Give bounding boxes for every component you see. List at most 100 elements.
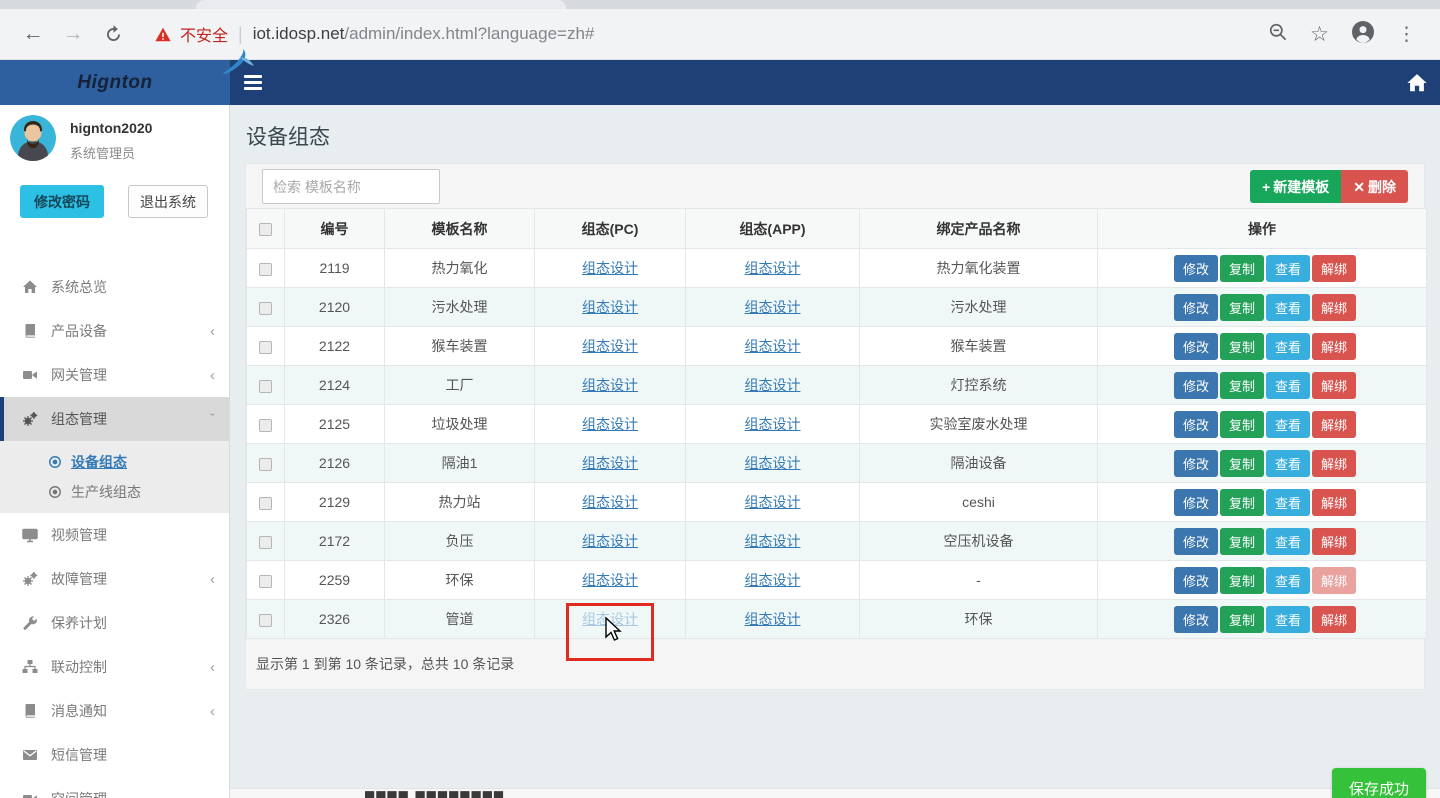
edit-button[interactable]: 修改 xyxy=(1174,489,1218,516)
delete-button[interactable]: ✕删除 xyxy=(1341,170,1408,203)
row-checkbox[interactable] xyxy=(259,263,272,276)
sidebar-item-组态管理[interactable]: 组态管理 ˇ xyxy=(0,397,229,441)
app-config-link[interactable]: 组态设计 xyxy=(745,455,801,471)
pc-config-link[interactable]: 组态设计 xyxy=(582,338,638,354)
logout-button[interactable]: 退出系统 xyxy=(128,185,208,218)
back-icon[interactable]: ← xyxy=(16,17,50,51)
edit-button[interactable]: 修改 xyxy=(1174,567,1218,594)
unbind-button[interactable]: 解绑 xyxy=(1312,372,1356,399)
pc-config-link[interactable]: 组态设计 xyxy=(582,494,638,510)
unbind-button[interactable]: 解绑 xyxy=(1312,606,1356,633)
view-button[interactable]: 查看 xyxy=(1266,567,1310,594)
unbind-button[interactable]: 解绑 xyxy=(1312,294,1356,321)
pc-config-link[interactable]: 组态设计 xyxy=(582,455,638,471)
copy-button[interactable]: 复制 xyxy=(1220,333,1264,360)
unbind-button[interactable]: 解绑 xyxy=(1312,450,1356,477)
copy-button[interactable]: 复制 xyxy=(1220,294,1264,321)
profile-avatar-icon[interactable] xyxy=(1351,20,1375,49)
edit-button[interactable]: 修改 xyxy=(1174,528,1218,555)
view-button[interactable]: 查看 xyxy=(1266,489,1310,516)
row-checkbox[interactable] xyxy=(259,419,272,432)
edit-button[interactable]: 修改 xyxy=(1174,294,1218,321)
row-checkbox[interactable] xyxy=(259,458,272,471)
sidebar-toggle-icon[interactable] xyxy=(244,72,266,92)
url-text[interactable]: iot.idosp.net/admin/index.html?language=… xyxy=(253,24,595,44)
copy-button[interactable]: 复制 xyxy=(1220,372,1264,399)
edit-button[interactable]: 修改 xyxy=(1174,333,1218,360)
select-all-checkbox[interactable] xyxy=(259,223,272,236)
bookmark-star-icon[interactable]: ☆ xyxy=(1310,22,1329,47)
sidebar-item-短信管理[interactable]: 短信管理 xyxy=(0,733,229,777)
forward-icon[interactable]: → xyxy=(56,17,90,51)
logo[interactable]: Hignton xyxy=(0,60,230,105)
pc-config-link[interactable]: 组态设计 xyxy=(582,377,638,393)
edit-button[interactable]: 修改 xyxy=(1174,411,1218,438)
active-tab[interactable] xyxy=(196,0,566,9)
unbind-button[interactable]: 解绑 xyxy=(1312,489,1356,516)
row-checkbox[interactable] xyxy=(259,497,272,510)
app-config-link[interactable]: 组态设计 xyxy=(745,611,801,627)
edit-button[interactable]: 修改 xyxy=(1174,255,1218,282)
sidebar-item-空间管理[interactable]: 空间管理 xyxy=(0,777,229,798)
sidebar-item-保养计划[interactable]: 保养计划 xyxy=(0,601,229,645)
edit-button[interactable]: 修改 xyxy=(1174,450,1218,477)
sidebar-item-产品设备[interactable]: 产品设备 ‹ xyxy=(0,309,229,353)
submenu-item-设备组态[interactable]: 设备组态 xyxy=(0,447,229,477)
edit-button[interactable]: 修改 xyxy=(1174,606,1218,633)
edit-button[interactable]: 修改 xyxy=(1174,372,1218,399)
row-checkbox[interactable] xyxy=(259,536,272,549)
app-config-link[interactable]: 组态设计 xyxy=(745,533,801,549)
unbind-button[interactable]: 解绑 xyxy=(1312,255,1356,282)
unbind-button[interactable]: 解绑 xyxy=(1312,528,1356,555)
pc-config-link[interactable]: 组态设计 xyxy=(582,572,638,588)
home-icon[interactable] xyxy=(1406,72,1428,94)
view-button[interactable]: 查看 xyxy=(1266,450,1310,477)
view-button[interactable]: 查看 xyxy=(1266,255,1310,282)
row-checkbox[interactable] xyxy=(259,614,272,627)
view-button[interactable]: 查看 xyxy=(1266,372,1310,399)
change-password-button[interactable]: 修改密码 xyxy=(20,185,104,218)
new-template-button[interactable]: +新建模板 xyxy=(1250,170,1341,203)
app-config-link[interactable]: 组态设计 xyxy=(745,416,801,432)
address-bar[interactable]: 不安全 | iot.idosp.net/admin/index.html?lan… xyxy=(136,22,1262,46)
zoom-out-icon[interactable] xyxy=(1268,22,1288,47)
row-checkbox[interactable] xyxy=(259,302,272,315)
row-checkbox[interactable] xyxy=(259,341,272,354)
pc-config-link[interactable]: 组态设计 xyxy=(582,416,638,432)
search-input[interactable] xyxy=(262,169,440,204)
view-button[interactable]: 查看 xyxy=(1266,294,1310,321)
unbind-button[interactable]: 解绑 xyxy=(1312,333,1356,360)
copy-button[interactable]: 复制 xyxy=(1220,528,1264,555)
unbind-button[interactable]: 解绑 xyxy=(1312,411,1356,438)
sidebar-item-视频管理[interactable]: 视频管理 xyxy=(0,513,229,557)
app-config-link[interactable]: 组态设计 xyxy=(745,260,801,276)
security-warning[interactable]: 不安全 xyxy=(180,22,228,46)
copy-button[interactable]: 复制 xyxy=(1220,411,1264,438)
app-config-link[interactable]: 组态设计 xyxy=(745,299,801,315)
sidebar-item-联动控制[interactable]: 联动控制 ‹ xyxy=(0,645,229,689)
user-avatar[interactable] xyxy=(10,115,56,161)
sidebar-item-故障管理[interactable]: 故障管理 ‹ xyxy=(0,557,229,601)
pc-config-link[interactable]: 组态设计 xyxy=(582,260,638,276)
row-checkbox[interactable] xyxy=(259,380,272,393)
copy-button[interactable]: 复制 xyxy=(1220,606,1264,633)
app-config-link[interactable]: 组态设计 xyxy=(745,494,801,510)
app-config-link[interactable]: 组态设计 xyxy=(745,338,801,354)
copy-button[interactable]: 复制 xyxy=(1220,450,1264,477)
copy-button[interactable]: 复制 xyxy=(1220,489,1264,516)
view-button[interactable]: 查看 xyxy=(1266,528,1310,555)
view-button[interactable]: 查看 xyxy=(1266,606,1310,633)
sidebar-item-网关管理[interactable]: 网关管理 ‹ xyxy=(0,353,229,397)
copy-button[interactable]: 复制 xyxy=(1220,255,1264,282)
submenu-item-生产线组态[interactable]: 生产线组态 xyxy=(0,477,229,507)
copy-button[interactable]: 复制 xyxy=(1220,567,1264,594)
app-config-link[interactable]: 组态设计 xyxy=(745,377,801,393)
row-checkbox[interactable] xyxy=(259,575,272,588)
pc-config-link[interactable]: 组态设计 xyxy=(582,299,638,315)
view-button[interactable]: 查看 xyxy=(1266,411,1310,438)
sidebar-item-消息通知[interactable]: 消息通知 ‹ xyxy=(0,689,229,733)
menu-dots-icon[interactable]: ⋮ xyxy=(1397,23,1416,46)
pc-config-link[interactable]: 组态设计 xyxy=(582,533,638,549)
pc-config-link[interactable]: 组态设计 xyxy=(582,611,638,627)
reload-icon[interactable] xyxy=(96,17,130,51)
